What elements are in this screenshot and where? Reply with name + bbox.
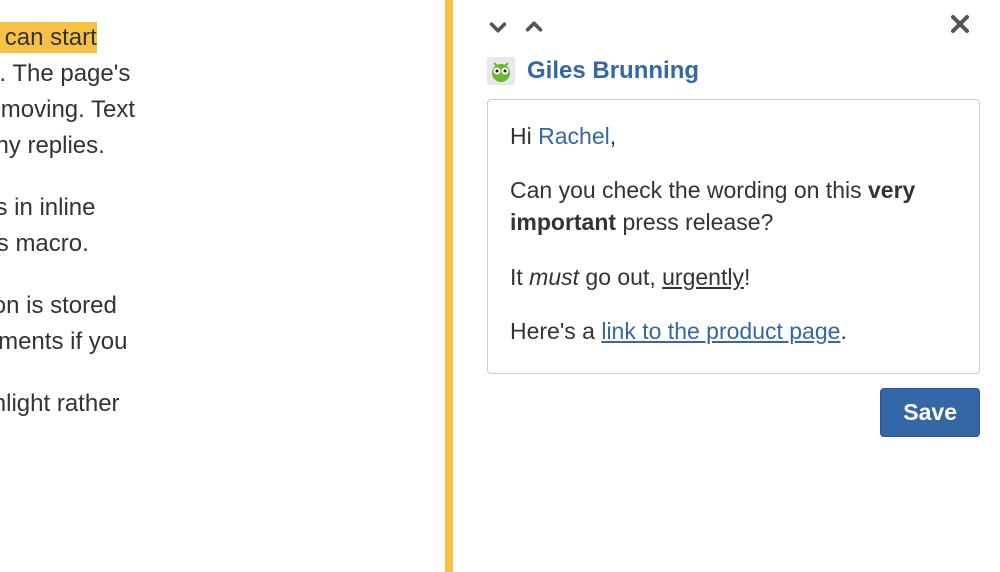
- italic-text: must: [529, 264, 579, 290]
- panel-toolbar: [453, 0, 1000, 49]
- inline-comment-panel: Giles Brunning Hi Rachel, Can you check …: [445, 0, 1000, 572]
- paragraph-3: nd the conversation is stored any resolv…: [0, 288, 370, 360]
- underline-text: urgently: [662, 264, 744, 290]
- author-name[interactable]: Giles Brunning: [527, 57, 699, 85]
- avatar: [487, 57, 515, 85]
- page-content: with one click you can start comment is …: [0, 20, 370, 448]
- highlighted-text[interactable]: with one click you can start: [0, 22, 97, 53]
- paragraph-4: o the text you highlight rather: [0, 386, 370, 422]
- chevron-down-icon[interactable]: [487, 16, 509, 38]
- product-page-link[interactable]: link to the product page: [601, 318, 840, 344]
- close-icon[interactable]: [948, 23, 972, 40]
- comment-line-1: Hi Rachel,: [510, 120, 957, 152]
- comment-line-3: It must go out, urgently!: [510, 261, 957, 293]
- comment-line-4: Here's a link to the product page.: [510, 315, 957, 347]
- nav-arrows: [487, 16, 545, 38]
- chevron-up-icon[interactable]: [523, 16, 545, 38]
- paragraph-1: with one click you can start comment is …: [0, 20, 370, 164]
- save-row: Save: [453, 374, 1000, 437]
- comment-editor[interactable]: Hi Rachel, Can you check the wording on …: [487, 99, 980, 374]
- paragraph-2: of page comments in inline ed the JIRA i…: [0, 190, 370, 262]
- comment-line-2: Can you check the wording on this very i…: [510, 174, 957, 238]
- save-button[interactable]: Save: [880, 388, 980, 437]
- mention-rachel[interactable]: Rachel: [538, 123, 610, 149]
- comment-author-row: Giles Brunning: [453, 49, 1000, 99]
